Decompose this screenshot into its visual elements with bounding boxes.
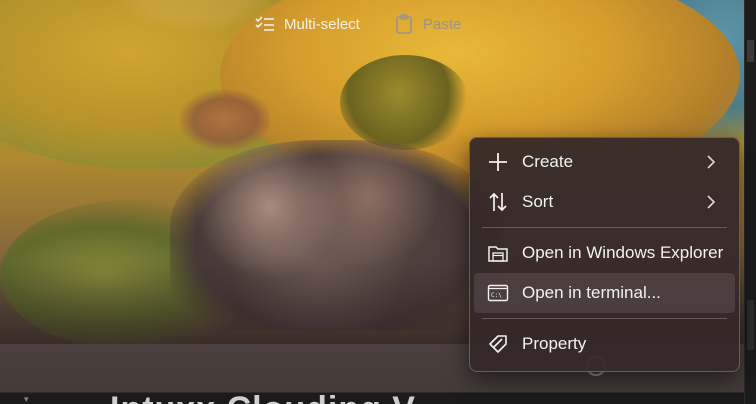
scrollbar-thumb[interactable] bbox=[747, 40, 754, 62]
multiselect-label: Multi-select bbox=[284, 15, 360, 33]
chevron-right-icon bbox=[701, 192, 721, 212]
terminal-icon: C:\ bbox=[486, 281, 510, 305]
tag-icon bbox=[486, 332, 510, 356]
partial-heading: Intuxx Clouding V... bbox=[110, 392, 444, 404]
menu-separator bbox=[482, 227, 727, 228]
paste-button[interactable]: Paste bbox=[393, 0, 461, 48]
menu-item-sort[interactable]: Sort bbox=[474, 182, 735, 222]
wallpaper-bush bbox=[340, 55, 470, 150]
chevron-down-icon[interactable]: ▾ bbox=[24, 394, 29, 404]
menu-item-open-terminal[interactable]: C:\ Open in terminal... bbox=[474, 273, 735, 313]
menu-item-property[interactable]: Property bbox=[474, 324, 735, 364]
clipboard-icon bbox=[393, 13, 415, 35]
menu-separator bbox=[482, 318, 727, 319]
plus-icon bbox=[486, 150, 510, 174]
menu-item-label: Open in Windows Explorer bbox=[522, 243, 724, 262]
folder-window-icon bbox=[486, 241, 510, 265]
menu-item-create[interactable]: Create bbox=[474, 142, 735, 182]
paste-label: Paste bbox=[423, 15, 462, 33]
menu-item-open-explorer[interactable]: Open in Windows Explorer bbox=[474, 233, 735, 273]
sort-icon bbox=[486, 190, 510, 214]
menu-item-label: Create bbox=[522, 152, 574, 171]
scrollbar-track-segment bbox=[747, 300, 754, 350]
svg-text:C:\: C:\ bbox=[491, 292, 502, 299]
menu-item-label: Sort bbox=[522, 192, 554, 211]
multiselect-button[interactable]: Multi-select bbox=[254, 0, 360, 48]
menu-item-label: Open in terminal... bbox=[522, 283, 661, 302]
menu-item-label: Property bbox=[522, 334, 587, 353]
chevron-right-icon bbox=[701, 152, 721, 172]
multiselect-icon bbox=[254, 13, 276, 35]
wallpaper-path bbox=[180, 90, 270, 150]
vertical-scrollbar[interactable] bbox=[744, 0, 756, 404]
context-menu: Create Sort Open in Windows Explorer C:\… bbox=[469, 137, 740, 372]
